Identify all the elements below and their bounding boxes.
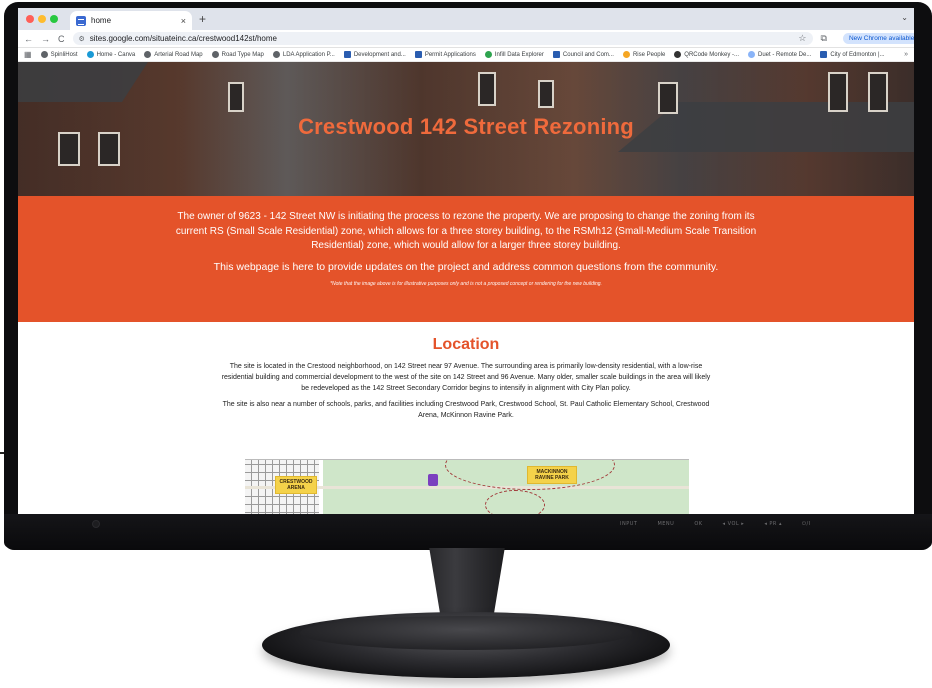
bookmark-item[interactable]: Rise People (622, 51, 666, 58)
bookmark-label: Road Type Map (221, 51, 264, 58)
edmonton-icon (343, 51, 351, 58)
edmonton-icon (552, 51, 560, 58)
monitor-photo: INPUT MENU OK ◂ VOL ▸ ◂ PR ▴ ⏻/I home × … (0, 0, 932, 688)
address-bar[interactable]: ⚙ sites.google.com/situateinc.ca/crestwo… (72, 32, 813, 45)
monitor-control-menu[interactable]: MENU (657, 521, 674, 527)
intro-paragraph: The owner of 9623 - 142 Street NW is ini… (175, 211, 757, 251)
globe-icon (272, 51, 280, 58)
location-paragraph-1: The site is located in the Crestood neig… (221, 363, 711, 392)
minimize-window-button[interactable] (38, 15, 46, 23)
map-label-park: MACKINNON RAVINE PARK (527, 466, 577, 484)
bookmark-label: Development and... (353, 51, 406, 58)
qrcode-icon (674, 51, 682, 58)
tab-strip: home × + ⌄ (18, 8, 914, 30)
close-window-button[interactable] (26, 15, 34, 23)
url-text: sites.google.com/situateinc.ca/crestwood… (89, 34, 277, 43)
new-tab-button[interactable]: + (199, 12, 206, 26)
bookmark-label: LDA Application P... (282, 51, 335, 58)
hero-window (658, 82, 678, 114)
bookmark-item[interactable]: Duet - Remote De... (747, 51, 812, 58)
tab-home[interactable]: home × (70, 11, 192, 30)
reload-button[interactable]: C (58, 34, 65, 44)
monitor-control-program[interactable]: ◂ PR ▴ (764, 521, 782, 527)
browser-toolbar: ← → C ⚙ sites.google.com/situateinc.ca/c… (18, 30, 914, 48)
hero-window (828, 72, 848, 112)
monitor-control-input[interactable]: INPUT (620, 521, 637, 527)
bookmark-label: Home - Canva (96, 51, 136, 58)
hero-banner: Crestwood 142 Street Rezoning (18, 62, 914, 196)
edmonton-icon (820, 51, 828, 58)
google-sites-icon (76, 15, 86, 26)
webcam-icon (92, 520, 100, 528)
location-paragraph-2: The site is also near a number of school… (222, 401, 710, 420)
location-section: Location The site is located in the Cres… (18, 322, 914, 422)
hero-window (538, 80, 554, 108)
update-chrome-button[interactable]: New Chrome available (842, 33, 914, 44)
site-info-icon[interactable]: ⚙ (79, 35, 85, 43)
bookmark-label: SpinliHost (50, 51, 78, 58)
tab-title: home (91, 16, 112, 25)
data-explorer-icon (484, 51, 492, 58)
bookmark-label: Permit Applications (424, 51, 476, 58)
hero-window (478, 72, 496, 106)
map-label-arena: CRESTWOOD ARENA (275, 476, 317, 494)
tab-search-icon[interactable]: ⌄ (901, 13, 908, 22)
page-title: Crestwood 142 Street Rezoning (298, 114, 634, 139)
map-trail (485, 490, 545, 514)
bookmark-item[interactable]: Permit Applications (414, 51, 476, 58)
bookmark-label: Arterial Road Map (154, 51, 203, 58)
duet-icon (747, 51, 755, 58)
hero-window (228, 82, 244, 112)
maximize-window-button[interactable] (50, 15, 58, 23)
bookmark-label: Rise People (632, 51, 666, 58)
monitor-chin (4, 514, 932, 550)
bookmark-item[interactable]: LDA Application P... (272, 51, 335, 58)
bookmark-label: Infill Data Explorer (494, 51, 544, 58)
intro-purpose: This webpage is here to provide updates … (213, 260, 719, 273)
bookmarks-bar: ▦ SpinliHost Home - Canva Arterial Road … (18, 48, 914, 62)
bookmark-item[interactable]: Council and Com... (552, 51, 614, 58)
bookmark-item[interactable]: Road Type Map (211, 51, 264, 58)
monitor-control-ok[interactable]: OK (694, 521, 702, 527)
close-tab-icon[interactable]: × (181, 16, 186, 26)
rise-people-icon (622, 51, 630, 58)
apps-grid-icon[interactable]: ▦ (24, 50, 32, 59)
bookmark-item[interactable]: Infill Data Explorer (484, 51, 544, 58)
bookmark-label: Council and Com... (562, 51, 614, 58)
forward-button[interactable]: → (41, 34, 50, 44)
edmonton-icon (414, 51, 422, 58)
browser-window: home × + ⌄ ← → C ⚙ sites.google.com/situ… (18, 8, 914, 514)
bookmark-item[interactable]: QRCode Monkey -... (674, 51, 739, 58)
monitor-stand-base-top (300, 616, 632, 650)
monitor-controls: INPUT MENU OK ◂ VOL ▸ ◂ PR ▴ ⏻/I (620, 521, 811, 527)
bookmark-item[interactable]: Home - Canva (86, 51, 136, 58)
extensions-icon[interactable]: ⧉ (821, 33, 827, 44)
bookmark-label: Duet - Remote De... (757, 51, 812, 58)
location-heading: Location (432, 336, 500, 353)
site-marker-icon (428, 474, 438, 486)
globe-icon (144, 51, 152, 58)
bookmark-item[interactable]: City of Edmonton |... (820, 51, 885, 58)
hero-window (868, 72, 888, 112)
page-content: Crestwood 142 Street Rezoning The owner … (18, 62, 914, 514)
intro-section: The owner of 9623 - 142 Street NW is ini… (18, 196, 914, 322)
location-map[interactable]: CRESTWOOD ARENA MACKINNON RAVINE PARK (245, 459, 689, 514)
bookmark-favicon (40, 51, 48, 58)
monitor-control-volume[interactable]: ◂ VOL ▸ (723, 521, 745, 527)
canva-icon (86, 51, 94, 58)
bookmark-label: City of Edmonton |... (830, 51, 885, 58)
bookmark-item[interactable]: SpinliHost (40, 51, 78, 58)
back-button[interactable]: ← (24, 34, 33, 44)
hero-roof (18, 62, 148, 102)
bookmark-star-icon[interactable]: ☆ (798, 33, 806, 44)
more-bookmarks-button[interactable]: » (904, 51, 908, 58)
bookmark-item[interactable]: Development and... (343, 51, 406, 58)
globe-icon (211, 51, 219, 58)
bookmark-item[interactable]: Arterial Road Map (144, 51, 203, 58)
monitor-control-power[interactable]: ⏻/I (802, 521, 811, 527)
image-disclaimer: *Note that the image above is for illust… (330, 280, 602, 287)
bookmark-label: QRCode Monkey -... (684, 51, 739, 58)
